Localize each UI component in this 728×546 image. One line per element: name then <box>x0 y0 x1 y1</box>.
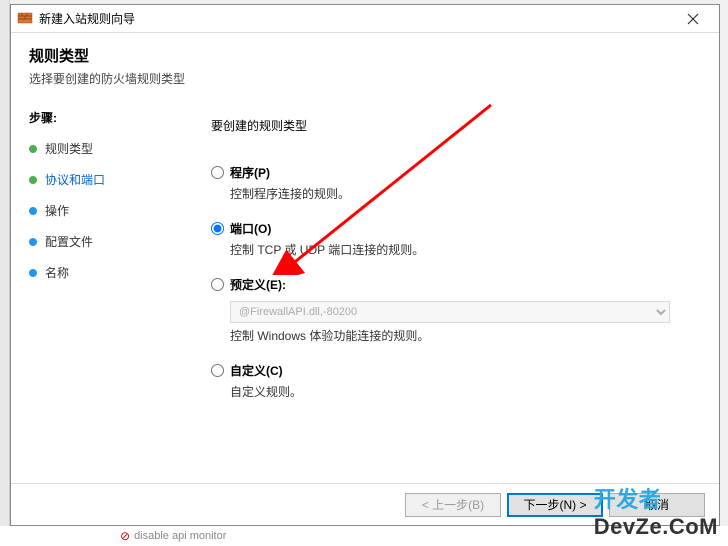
cancel-button[interactable]: 取消 <box>609 493 705 517</box>
main-heading: 要创建的规则类型 <box>211 117 691 134</box>
step-label: 操作 <box>45 202 69 219</box>
option-label: 端口(O) <box>230 220 271 237</box>
button-bar: < 上一步(B) 下一步(N) > 取消 <box>11 483 719 525</box>
step-name[interactable]: 名称 <box>29 264 179 281</box>
bullet-icon <box>29 207 37 215</box>
step-protocol-port[interactable]: 协议和端口 <box>29 171 179 188</box>
close-button[interactable] <box>673 6 713 32</box>
step-rule-type[interactable]: 规则类型 <box>29 140 179 157</box>
step-profile[interactable]: 配置文件 <box>29 233 179 250</box>
bullet-icon <box>29 145 37 153</box>
back-button: < 上一步(B) <box>405 493 501 517</box>
titlebar: 新建入站规则向导 <box>11 5 719 33</box>
main-panel: 要创建的规则类型 程序(P) 控制程序连接的规则。 端口(O) 控制 TCP 或… <box>191 95 719 483</box>
step-label: 协议和端口 <box>45 171 105 188</box>
next-button[interactable]: 下一步(N) > <box>507 493 603 517</box>
block-icon: ⊘ <box>120 529 130 543</box>
option-desc: 控制程序连接的规则。 <box>230 185 691 202</box>
predefined-select: @FirewallAPI.dll,-80200 <box>230 301 670 323</box>
option-program: 程序(P) 控制程序连接的规则。 <box>211 164 691 202</box>
content-area: 步骤: 规则类型 协议和端口 操作 配置文件 名称 要 <box>11 95 719 483</box>
option-desc: 自定义规则。 <box>230 383 691 400</box>
bg-disabled-text: disable api monitor <box>134 530 226 542</box>
radio-custom[interactable] <box>211 364 224 377</box>
window-title: 新建入站规则向导 <box>39 10 673 27</box>
step-label: 规则类型 <box>45 140 93 157</box>
radio-predefined[interactable] <box>211 278 224 291</box>
page-title: 规则类型 <box>29 45 701 66</box>
option-label: 程序(P) <box>230 164 270 181</box>
option-label: 自定义(C) <box>230 362 283 379</box>
option-desc: 控制 Windows 体验功能连接的规则。 <box>230 327 691 344</box>
bullet-icon <box>29 238 37 246</box>
option-label: 预定义(E): <box>230 276 286 293</box>
firewall-wizard-icon <box>17 11 33 27</box>
radio-program[interactable] <box>211 166 224 179</box>
close-icon <box>687 13 699 25</box>
option-desc: 控制 TCP 或 UDP 端口连接的规则。 <box>230 241 691 258</box>
background-vertical-strip <box>0 0 10 546</box>
option-port: 端口(O) 控制 TCP 或 UDP 端口连接的规则。 <box>211 220 691 258</box>
steps-panel: 步骤: 规则类型 协议和端口 操作 配置文件 名称 <box>11 95 191 483</box>
steps-header: 步骤: <box>29 109 179 126</box>
bullet-icon <box>29 269 37 277</box>
radio-port[interactable] <box>211 222 224 235</box>
option-predefined: 预定义(E): @FirewallAPI.dll,-80200 控制 Windo… <box>211 276 691 344</box>
wizard-window: 新建入站规则向导 规则类型 选择要创建的防火墙规则类型 步骤: 规则类型 协议和… <box>10 4 720 526</box>
step-label: 名称 <box>45 264 69 281</box>
wizard-header: 规则类型 选择要创建的防火墙规则类型 <box>11 33 719 95</box>
option-custom: 自定义(C) 自定义规则。 <box>211 362 691 400</box>
step-label: 配置文件 <box>45 233 93 250</box>
step-action[interactable]: 操作 <box>29 202 179 219</box>
bullet-icon <box>29 176 37 184</box>
page-subtitle: 选择要创建的防火墙规则类型 <box>29 70 701 87</box>
background-bottom-bar: ⊘ disable api monitor <box>0 526 728 546</box>
